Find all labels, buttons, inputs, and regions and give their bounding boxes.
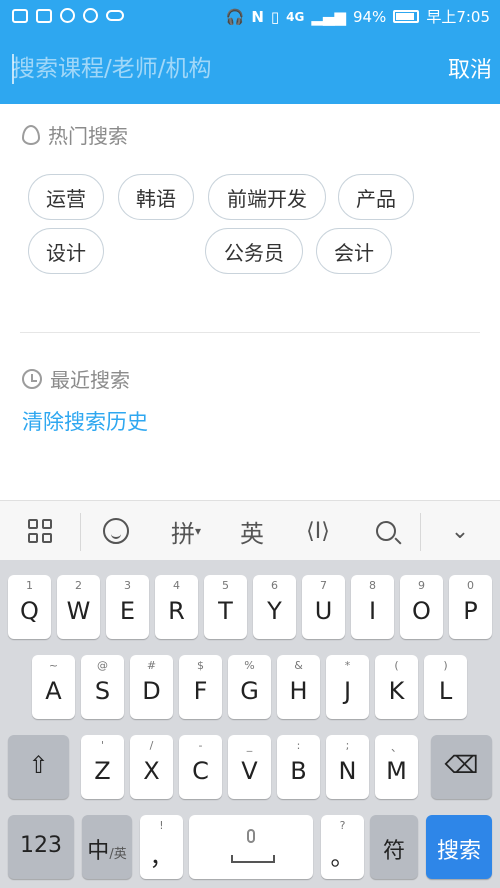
key-r[interactable]: 4R [155,575,198,639]
key-n[interactable]: ; N [326,735,369,799]
language-switch-key[interactable]: 中/英 [82,815,132,879]
key-d[interactable]: # D [130,655,173,719]
chat-bubble-icon [83,8,98,23]
key-z[interactable]: ' Z [81,735,124,799]
comma-key[interactable]: !， [140,815,183,879]
space-icon [231,855,275,863]
key-f[interactable]: $ F [179,655,222,719]
battery-percent: 94% [352,7,387,26]
key-y[interactable]: 6Y [253,575,296,639]
hide-keyboard-button[interactable]: ⌄ [440,501,480,561]
keyboard-toolbar: 拼 ▾ 英 ⟨I⟩ ⌄ [0,500,500,560]
search-icon [376,521,396,541]
key-o[interactable]: 9O [400,575,443,639]
key-m[interactable]: 、 M [375,735,418,799]
key-q[interactable]: 1Q [8,575,51,639]
pinyin-label: 拼 [170,519,195,548]
section-divider [20,332,480,333]
cancel-button[interactable]: 取消 [448,52,492,84]
keyboard-search-button[interactable] [366,501,406,561]
key-h[interactable]: & H [277,655,320,719]
clock-time: 早上7:05 [426,8,490,26]
vibrate-icon: ▯ [270,7,280,26]
briefcase-icon [36,8,52,23]
key-a[interactable]: ~ A [32,655,75,719]
dropdown-caret-icon: ▾ [194,524,202,538]
toolbar-divider [420,513,421,551]
hot-tag[interactable]: 设计 [28,228,104,274]
smiley-icon [103,518,129,544]
headphones-icon: 🎧 [225,7,245,26]
shift-arrow-icon: ⇧ [28,751,49,779]
key-w[interactable]: 2W [57,575,100,639]
backspace-icon: ⌫ [444,751,479,779]
space-key[interactable] [189,815,313,879]
key-b[interactable]: :B [277,735,320,799]
hot-tag[interactable]: 前端开发 [208,174,326,220]
pinyin-mode-button[interactable]: 拼 ▾ [162,501,210,561]
cloud-icon [106,10,124,21]
key-s[interactable]: @ S [81,655,124,719]
grid-icon [28,519,52,543]
key-c[interactable]: -C [179,735,222,799]
flame-icon [22,124,40,145]
key-x[interactable]: / X [130,735,173,799]
search-input[interactable] [12,50,412,88]
hot-tag[interactable]: 产品 [338,174,414,220]
english-label: 英 [240,519,264,548]
hot-search-heading: 热门搜索 [22,120,128,149]
key-g[interactable]: % G [228,655,271,719]
clock-icon [22,368,42,389]
hot-tag[interactable]: 运营 [28,174,104,220]
text-cursor-icon: ⟨I⟩ [306,518,330,544]
microphone-icon [247,829,255,843]
search-submit-key[interactable]: 搜索 [426,815,492,879]
key-v[interactable]: _ V [228,735,271,799]
keyboard: 1Q 2W 3E 4R 5T 6Y 7U 8I 9O 0P ~ A @ S # D $… [0,560,500,888]
battery-icon [393,10,420,23]
key-t[interactable]: 5T [204,575,247,639]
emoji-button[interactable] [96,501,136,561]
hot-tag[interactable]: 公务员 [205,228,303,274]
shift-key[interactable]: ⇧ [8,735,69,799]
key-k[interactable]: (K [375,655,418,719]
recent-search-heading: 最近搜索 [22,364,130,393]
hot-search-title: 热门搜索 [48,124,128,148]
clear-history-link[interactable]: 清除搜索历史 [22,406,148,436]
symbols-key[interactable]: 符 [370,815,418,879]
backspace-key[interactable]: ⌫ [431,735,492,799]
signal-label: 4G [286,9,305,24]
hot-tag[interactable]: 会计 [316,228,392,274]
chevron-down-icon: ⌄ [450,518,470,544]
key-i[interactable]: 8I [351,575,394,639]
key-j[interactable]: * J [326,655,369,719]
hot-tag[interactable]: 韩语 [118,174,194,220]
key-e[interactable]: 3E [106,575,149,639]
cursor-move-button[interactable]: ⟨I⟩ [298,501,338,561]
status-bar: 🎧 N ▯ 4G ▂▄▆ 94% 早上7:05 [0,0,500,34]
search-bar: 取消 [0,44,500,96]
nfc-icon: N [251,7,264,26]
period-key[interactable]: ?。 [321,815,364,879]
toolbar-divider [80,513,81,551]
key-l[interactable]: ) L [424,655,467,719]
zh-label: 中 [87,839,110,864]
apps-grid-button[interactable] [20,501,60,561]
english-mode-button[interactable]: 英 [232,501,272,561]
keyboard-notification-icon [12,8,28,23]
signal-icon: ▂▄▆ [311,7,346,26]
header: 🎧 N ▯ 4G ▂▄▆ 94% 早上7:05 取消 [0,0,500,104]
browser-icon [60,8,75,23]
recent-search-title: 最近搜索 [50,368,130,392]
en-label: /英 [109,847,127,862]
numbers-key[interactable]: 123 [8,815,74,879]
key-p[interactable]: 0P [449,575,492,639]
key-u[interactable]: 7U [302,575,345,639]
